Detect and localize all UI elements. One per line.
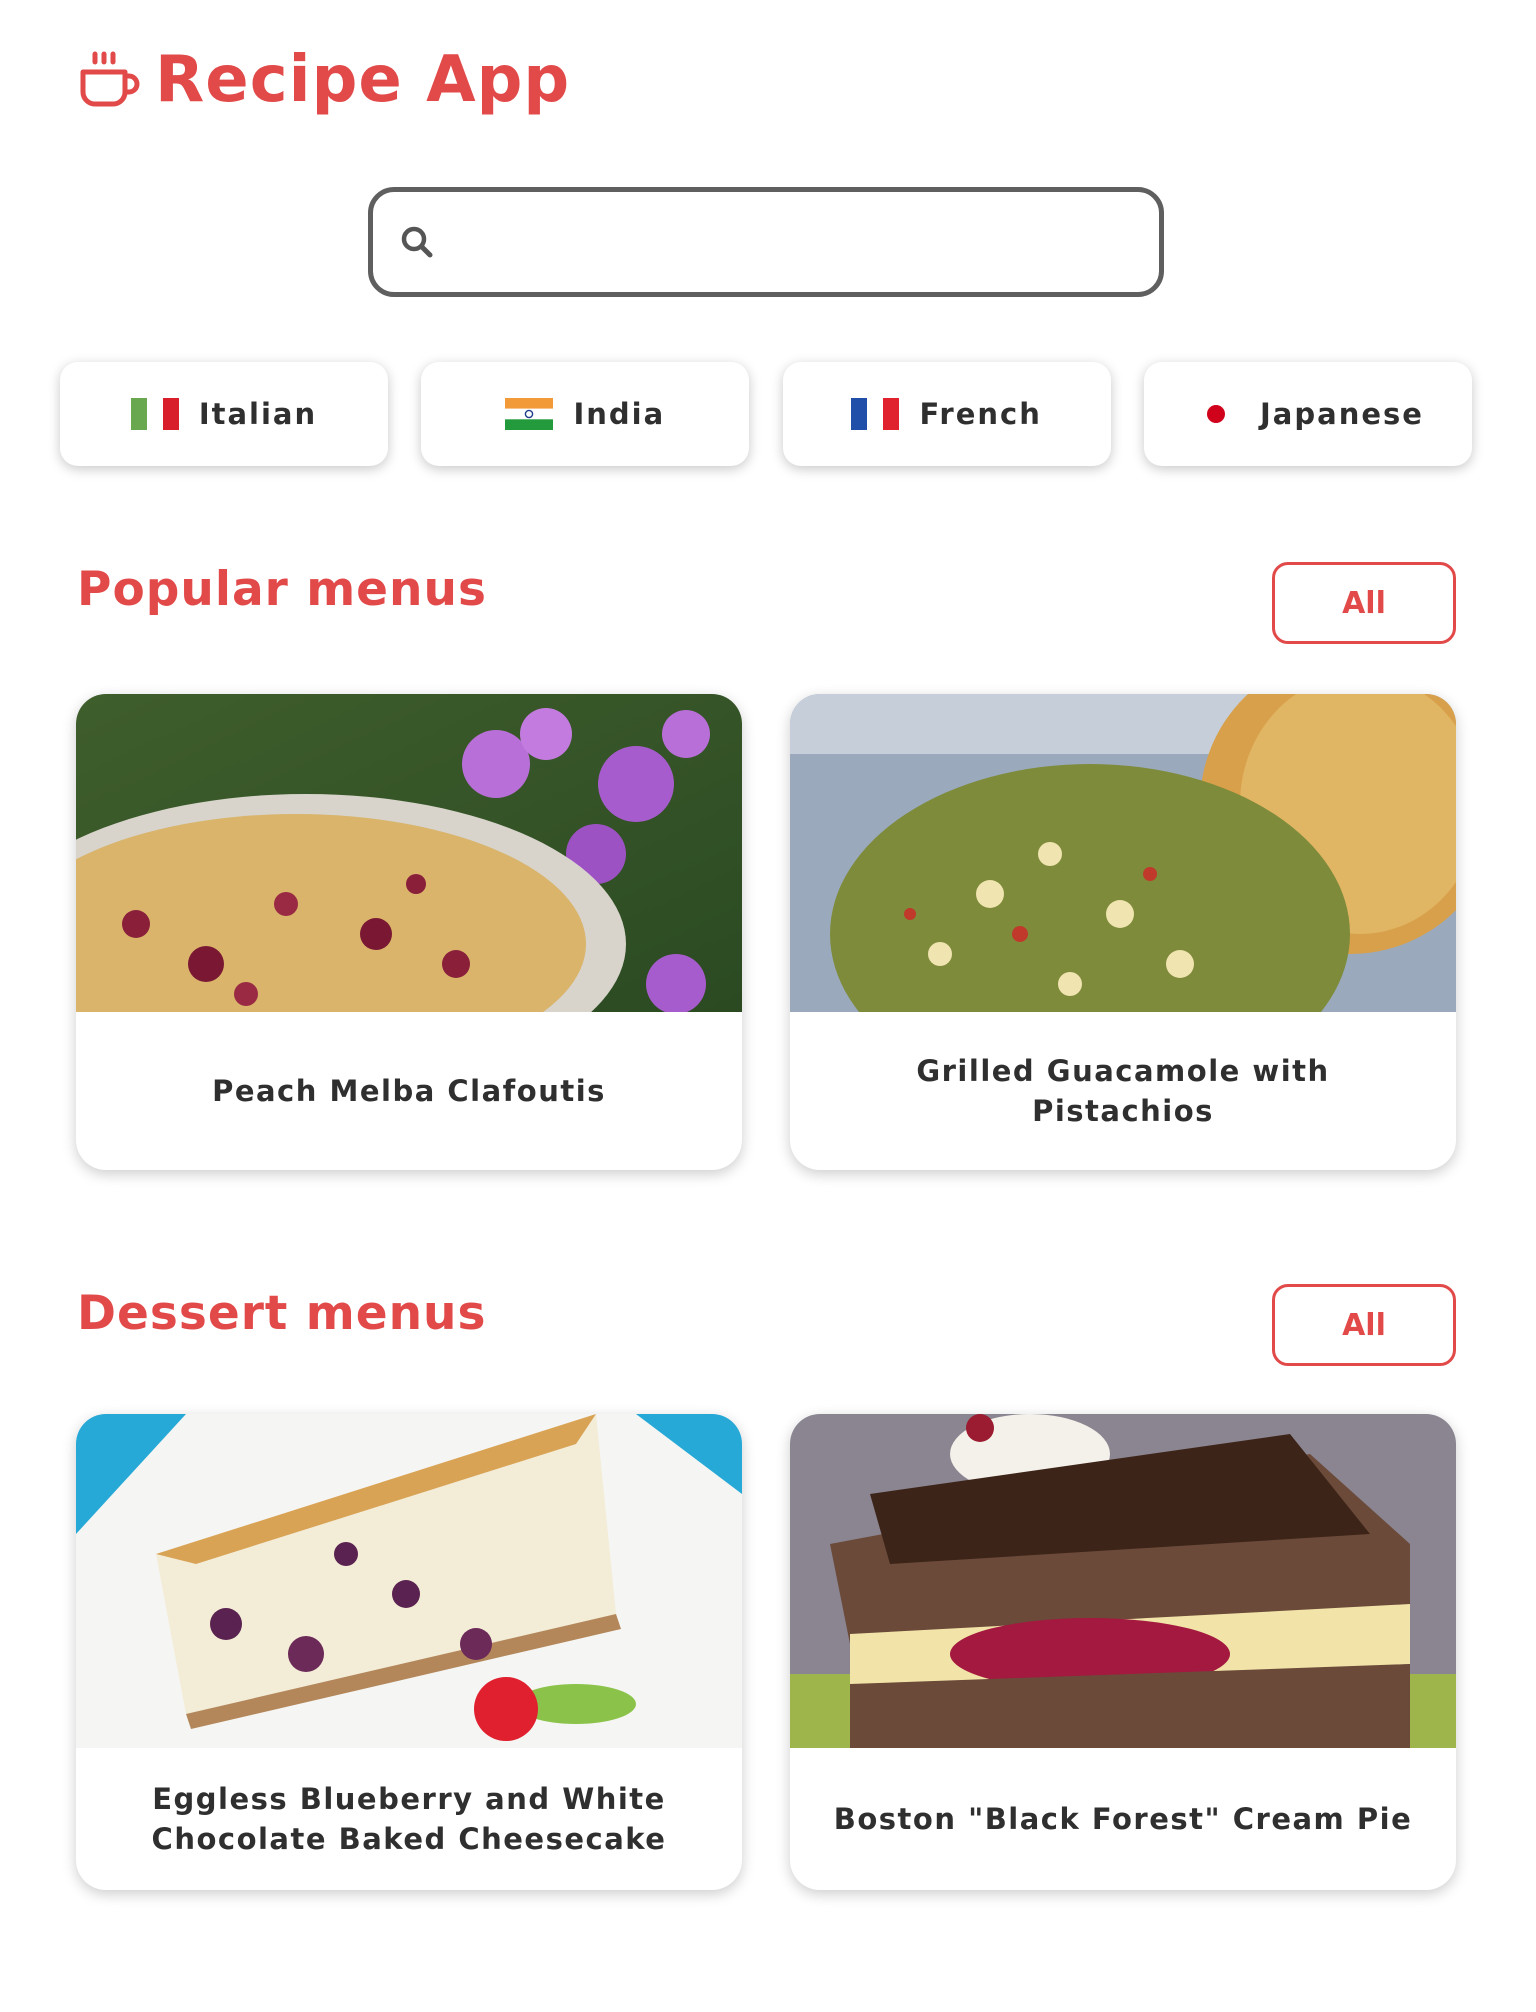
italy-flag-icon: [130, 398, 179, 430]
recipe-image: [76, 1414, 742, 1748]
japan-flag-icon: [1192, 398, 1241, 430]
cuisine-india-button[interactable]: India: [421, 362, 750, 466]
app-title: Recipe App: [155, 43, 571, 117]
popular-all-button[interactable]: All: [1272, 562, 1456, 644]
recipe-image: [790, 694, 1456, 1012]
cuisine-filter-row: Italian India French Japanese: [60, 362, 1472, 466]
india-flag-icon: [505, 398, 554, 430]
recipe-image: [76, 694, 742, 1012]
app-header: Recipe App: [77, 40, 570, 120]
recipe-title: Grilled Guacamole with Pistachios: [916, 1054, 1330, 1128]
recipe-card-body: Boston "Black Forest" Cream Pie: [790, 1748, 1456, 1890]
cuisine-french-button[interactable]: French: [782, 362, 1111, 466]
coffee-cup-icon: [80, 51, 140, 107]
search-icon: [401, 226, 433, 258]
dessert-all-button[interactable]: All: [1272, 1284, 1456, 1366]
recipe-title: Peach Melba Clafoutis: [212, 1074, 606, 1108]
recipe-card-body: Peach Melba Clafoutis: [76, 1012, 742, 1170]
cuisine-label: Italian: [198, 397, 318, 431]
cuisine-italian-button[interactable]: Italian: [60, 362, 388, 466]
recipe-card-peach-melba[interactable]: Peach Melba Clafoutis: [76, 694, 742, 1170]
cuisine-japanese-button[interactable]: Japanese: [1143, 362, 1472, 466]
recipe-card-body: Eggless Blueberry and White Chocolate Ba…: [76, 1748, 742, 1890]
recipe-title: Boston "Black Forest" Cream Pie: [833, 1802, 1413, 1836]
cuisine-label: Japanese: [1260, 397, 1424, 431]
dessert-section-title: Dessert menus: [77, 1286, 487, 1341]
recipe-card-body: Grilled Guacamole with Pistachios: [790, 1012, 1456, 1170]
cuisine-label: India: [573, 397, 666, 431]
recipe-title: Eggless Blueberry and White Chocolate Ba…: [151, 1782, 667, 1856]
recipe-card-black-forest-pie[interactable]: Boston "Black Forest" Cream Pie: [790, 1414, 1456, 1890]
france-flag-icon: [851, 398, 900, 430]
popular-section-title: Popular menus: [77, 562, 487, 617]
search-bar[interactable]: [368, 187, 1164, 297]
recipe-card-grilled-guacamole[interactable]: Grilled Guacamole with Pistachios: [790, 694, 1456, 1170]
cuisine-label: French: [919, 397, 1042, 431]
search-input[interactable]: [453, 212, 1135, 272]
recipe-image: [790, 1414, 1456, 1748]
recipe-card-eggless-cheesecake[interactable]: Eggless Blueberry and White Chocolate Ba…: [76, 1414, 742, 1890]
